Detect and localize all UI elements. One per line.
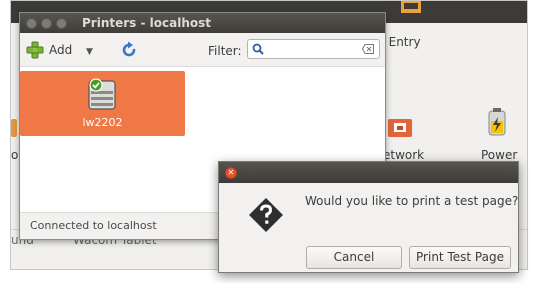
minimize-window-button[interactable]: [41, 18, 52, 29]
add-dropdown-arrow-icon[interactable]: ▼: [86, 47, 93, 57]
dialog-titlebar[interactable]: ✕: [219, 162, 518, 183]
network-label[interactable]: etwork: [383, 148, 424, 162]
close-window-button[interactable]: [26, 18, 37, 29]
power-icon[interactable]: [481, 107, 513, 141]
text-entry-icon[interactable]: [401, 1, 421, 15]
dialog-message: Would you like to print a test page?: [305, 194, 519, 208]
filter-label: Filter:: [208, 44, 242, 58]
printer-item-lw2202[interactable]: lw2202: [20, 71, 185, 136]
partial-left-icon: [11, 119, 17, 137]
window-title: Printers - localhost: [82, 16, 211, 30]
printer-icon: [88, 78, 116, 110]
connection-status: Connected to localhost: [30, 219, 157, 232]
filter-field[interactable]: [247, 39, 380, 59]
printers-toolbar: Add ▼ Filter:: [20, 33, 385, 67]
plus-icon: [26, 41, 44, 59]
refresh-icon[interactable]: [120, 41, 138, 59]
network-icon[interactable]: [386, 117, 414, 141]
dialog-close-button[interactable]: ✕: [225, 167, 237, 179]
test-page-dialog: ✕ Would you like to print a test page? C…: [218, 161, 519, 273]
cancel-button[interactable]: Cancel: [306, 246, 402, 269]
printers-titlebar[interactable]: Printers - localhost: [20, 13, 385, 33]
maximize-window-button[interactable]: [56, 18, 67, 29]
desktop: xt Entry etwork Power ol und Wacom Table…: [0, 0, 536, 283]
clear-icon[interactable]: [362, 44, 374, 54]
search-icon: [252, 43, 264, 55]
add-label: Add: [49, 43, 73, 57]
power-label[interactable]: Power: [481, 148, 517, 162]
printer-name: lw2202: [82, 116, 123, 129]
question-icon: [249, 198, 283, 232]
add-printer-button[interactable]: Add: [26, 39, 72, 61]
filter-input[interactable]: [268, 41, 358, 57]
print-test-page-button[interactable]: Print Test Page: [409, 246, 511, 269]
